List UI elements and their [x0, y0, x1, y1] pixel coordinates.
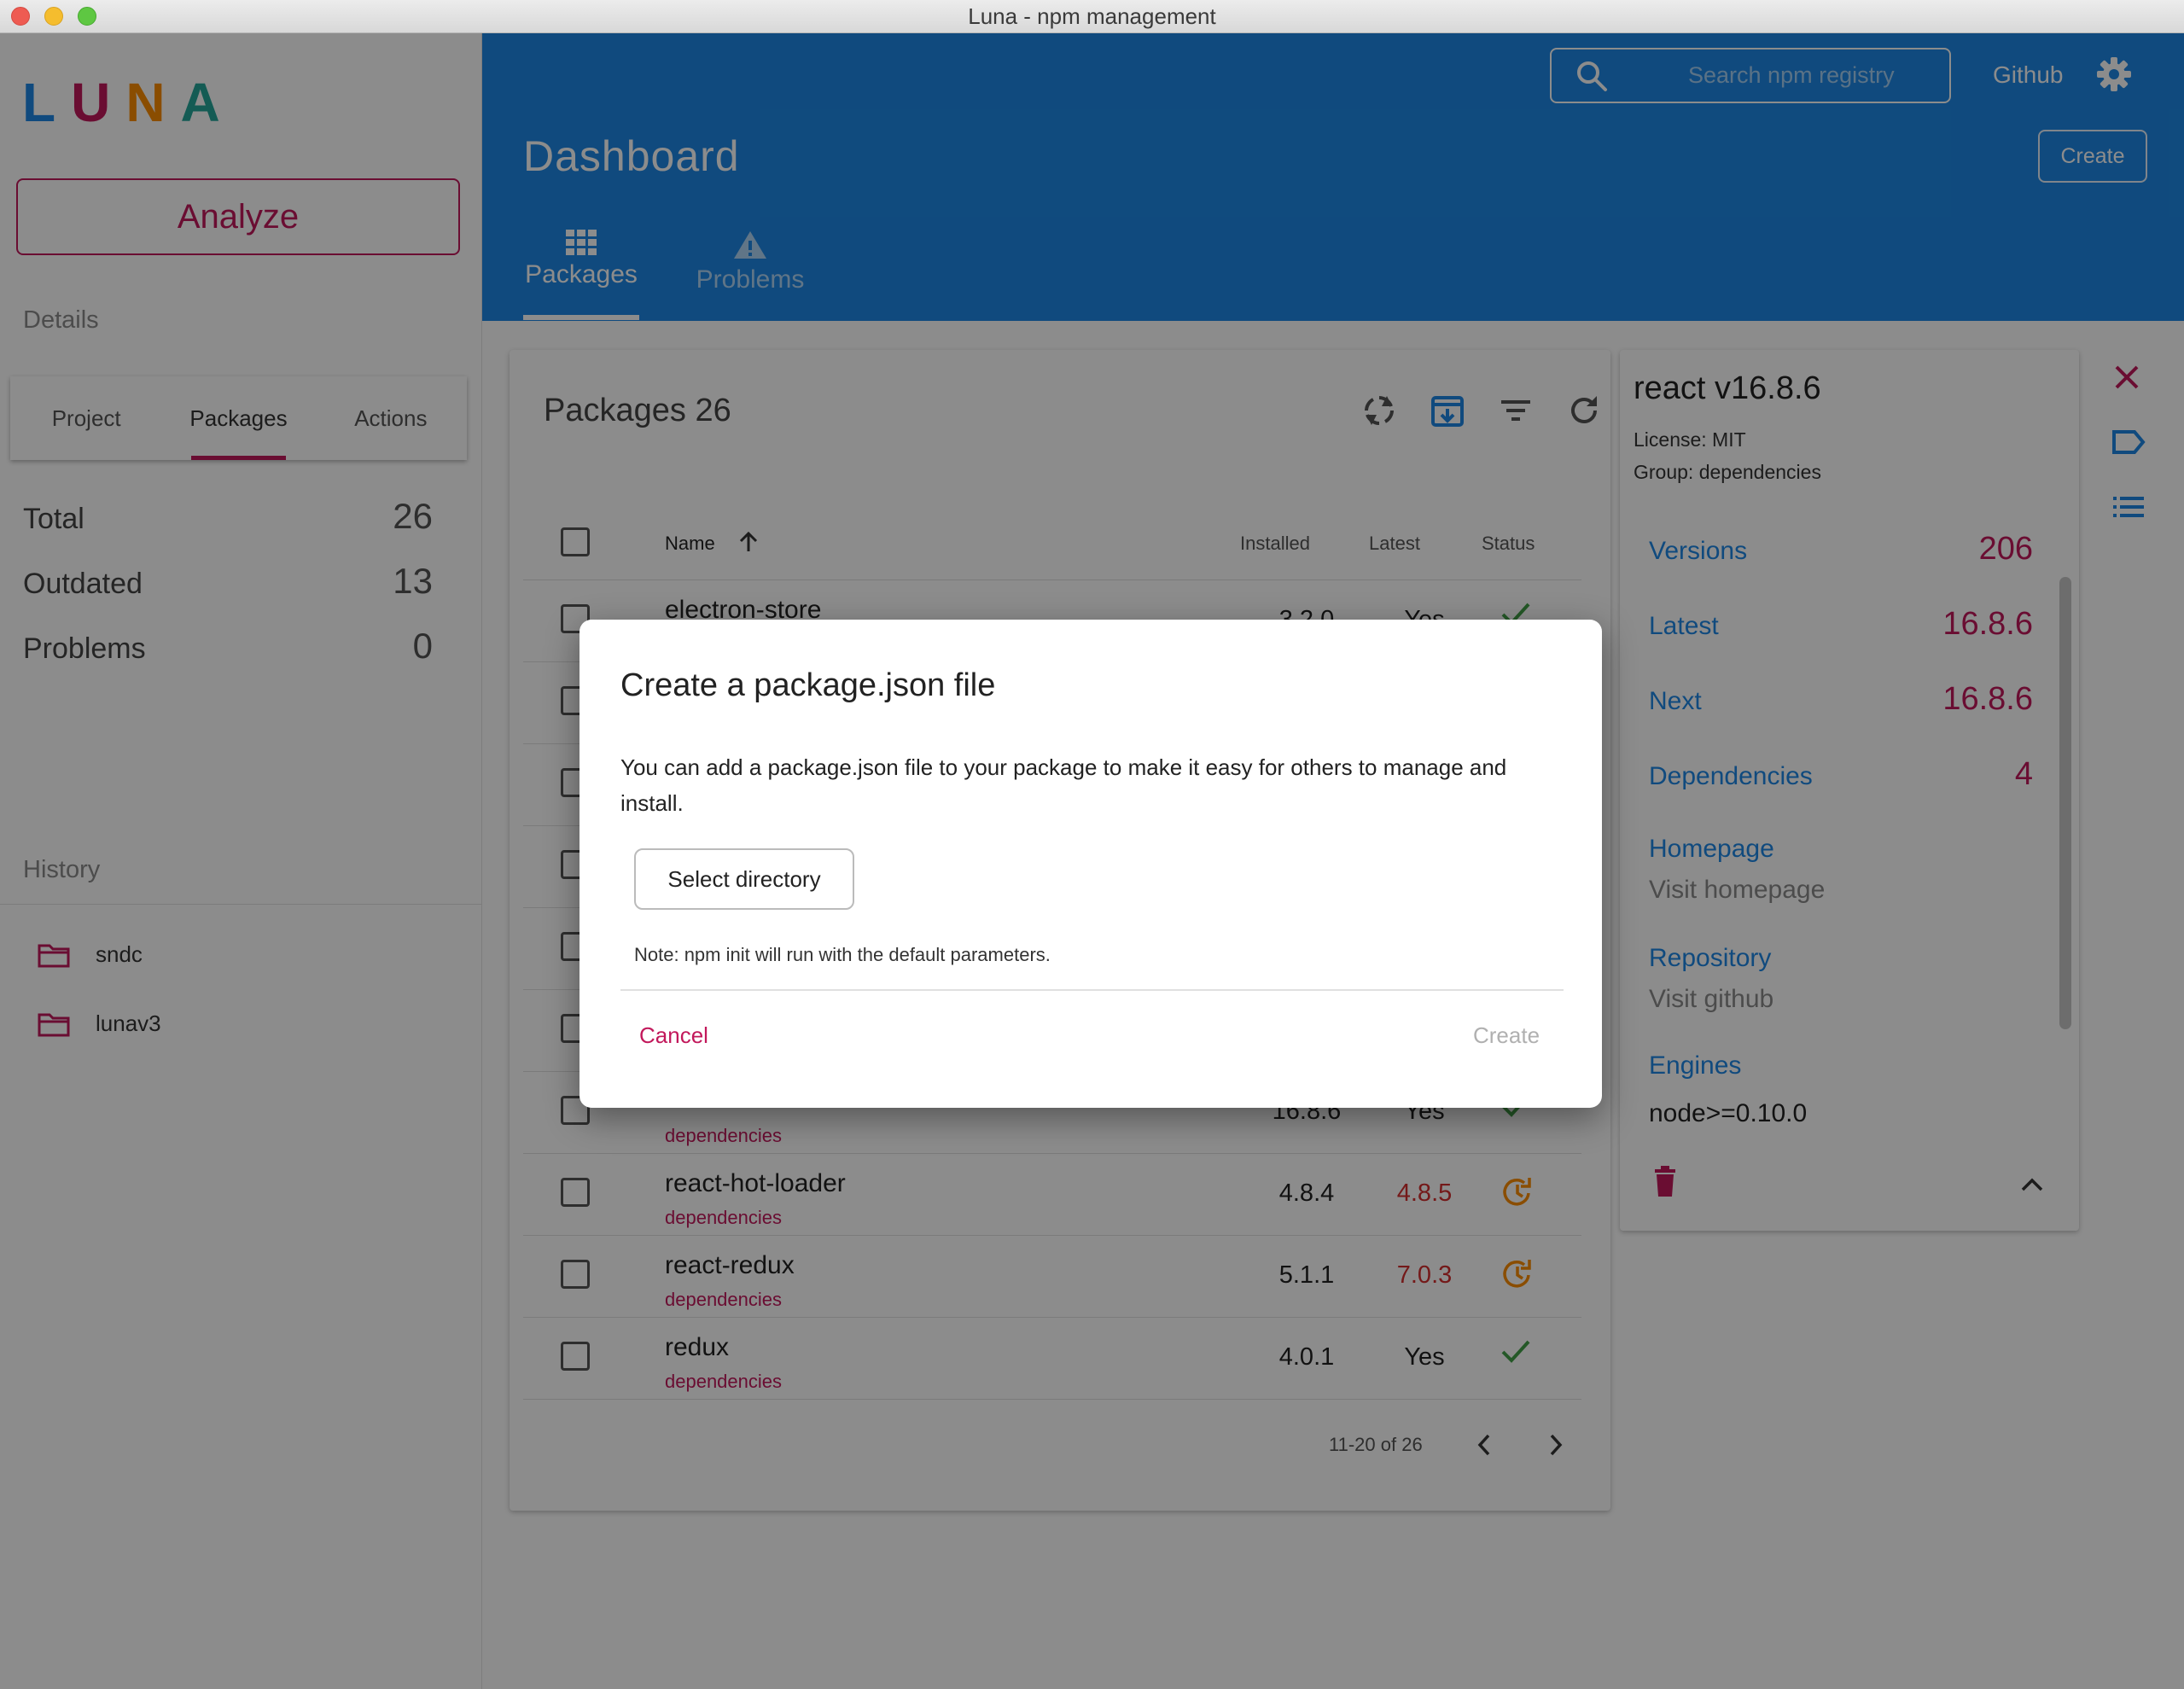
dialog-title: Create a package.json file	[620, 667, 996, 703]
zoom-window-button[interactable]	[78, 7, 96, 26]
dialog-body: You can add a package.json file to your …	[620, 754, 1507, 816]
select-directory-button[interactable]: Select directory	[634, 848, 854, 910]
close-window-button[interactable]	[11, 7, 30, 26]
create-package-json-dialog: Create a package.json file You can add a…	[579, 620, 1602, 1108]
window-titlebar: Luna - npm management	[0, 0, 2184, 33]
dialog-divider	[620, 989, 1564, 991]
dialog-note: Note: npm init will run with the default…	[634, 944, 1051, 965]
minimize-window-button[interactable]	[44, 7, 63, 26]
dialog-create-button[interactable]: Create	[1473, 1022, 1540, 1049]
dialog-cancel-button[interactable]: Cancel	[639, 1022, 708, 1049]
window-title: Luna - npm management	[968, 3, 1216, 29]
